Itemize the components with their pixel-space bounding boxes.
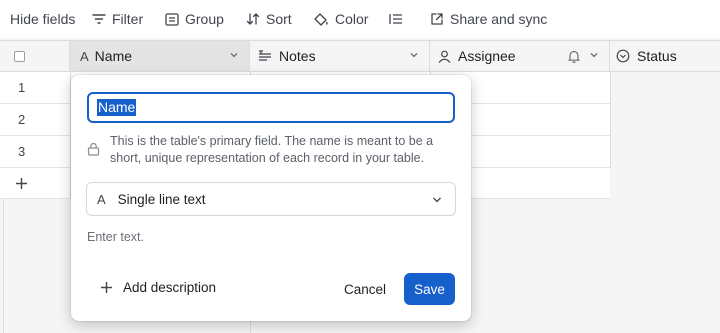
- paint-bucket-icon: [314, 12, 328, 26]
- group-icon: [165, 12, 179, 26]
- share-sync-label: Share and sync: [450, 11, 548, 27]
- sort-icon: [246, 13, 260, 25]
- row-height-button[interactable]: [388, 0, 404, 38]
- column-label-status: Status: [637, 48, 677, 64]
- color-button[interactable]: Color: [313, 0, 368, 38]
- chevron-down-icon[interactable]: [589, 50, 599, 60]
- field-name-input[interactable]: Name: [87, 92, 455, 123]
- share-external-icon: [431, 13, 443, 25]
- sort-button[interactable]: Sort: [246, 0, 292, 38]
- plus-icon[interactable]: [15, 177, 28, 190]
- group-button[interactable]: Group: [165, 0, 224, 38]
- color-label: Color: [335, 11, 369, 27]
- grid-header: A Name Notes Assignee Status: [0, 40, 720, 72]
- text-a-icon: A: [97, 191, 106, 207]
- save-button[interactable]: Save: [404, 273, 455, 305]
- hide-fields-label: Hide fields: [10, 11, 76, 27]
- column-header-name[interactable]: A Name: [70, 41, 250, 71]
- column-label-name: Name: [94, 48, 133, 64]
- sort-label: Sort: [266, 11, 292, 27]
- filter-icon: [92, 14, 106, 24]
- long-text-icon: [259, 50, 271, 61]
- default-value-placeholder[interactable]: Enter text.: [87, 230, 144, 244]
- add-description-label: Add description: [123, 280, 217, 295]
- text-a-icon: A: [80, 48, 89, 64]
- row-height-icon: [389, 14, 402, 24]
- view-toolbar: Hide fields Filter Group Sort Color Shar…: [0, 0, 720, 38]
- row-number: 1: [18, 80, 26, 95]
- select-all-cell: [0, 41, 70, 71]
- field-type-label: Single line text: [117, 191, 206, 207]
- column-header-status[interactable]: Status: [610, 41, 720, 71]
- chevron-down-icon[interactable]: [229, 50, 239, 60]
- eye-slash-icon: [0, 12, 4, 26]
- user-icon: [438, 50, 451, 63]
- hide-fields-button[interactable]: Hide fields: [0, 0, 75, 38]
- primary-field-description: This is the table's primary field. The n…: [110, 134, 434, 165]
- chevron-down-icon: [433, 197, 441, 203]
- filter-button[interactable]: Filter: [92, 0, 143, 38]
- field-config-popup: Name This is the table's primary field. …: [71, 75, 471, 321]
- field-type-select[interactable]: A Single line text: [86, 182, 456, 216]
- column-header-assignee[interactable]: Assignee: [430, 41, 610, 71]
- add-description-button[interactable]: Add description: [100, 280, 216, 295]
- select-all-checkbox[interactable]: [14, 50, 25, 62]
- group-label: Group: [185, 11, 224, 27]
- lock-icon: [87, 142, 100, 156]
- row-number: 3: [18, 144, 26, 159]
- share-sync-button[interactable]: Share and sync: [430, 0, 547, 38]
- column-divider: [3, 199, 4, 333]
- filter-label: Filter: [112, 11, 144, 27]
- column-divider: [610, 72, 611, 168]
- bell-icon[interactable]: [567, 49, 581, 63]
- field-name-value[interactable]: Name: [97, 99, 137, 116]
- row-number: 2: [18, 112, 26, 127]
- status-circle-icon: [616, 49, 630, 63]
- column-label-notes: Notes: [279, 48, 316, 64]
- primary-field-info: This is the table's primary field. The n…: [87, 133, 457, 167]
- column-label-assignee: Assignee: [458, 48, 516, 64]
- chevron-down-icon[interactable]: [409, 50, 419, 60]
- cancel-button[interactable]: Cancel: [333, 273, 397, 305]
- plus-icon: [101, 282, 112, 293]
- column-header-notes[interactable]: Notes: [250, 41, 430, 71]
